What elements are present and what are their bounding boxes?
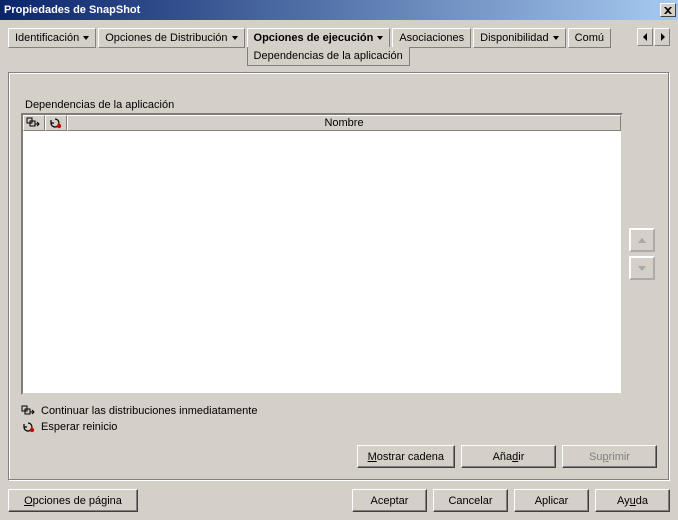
- page-options-button[interactable]: Opciones de página: [8, 489, 138, 512]
- chevron-down-icon: [377, 36, 383, 40]
- chevron-down-icon: [232, 36, 238, 40]
- continue-immediately-icon: [21, 404, 35, 418]
- titlebar: Propiedades de SnapShot: [0, 0, 678, 20]
- legend-wait-text: Esperar reinicio: [41, 421, 117, 433]
- delete-button[interactable]: Suprimir: [562, 445, 657, 468]
- section-label: Dependencias de la aplicación: [25, 99, 657, 111]
- header-icon-col-wait[interactable]: [45, 115, 67, 131]
- dependencies-list[interactable]: Nombre: [21, 113, 623, 395]
- continue-immediately-icon: [26, 117, 40, 129]
- show-chain-button[interactable]: Mostrar cadena: [357, 445, 455, 468]
- ok-button[interactable]: Aceptar: [352, 489, 427, 512]
- close-icon: [664, 7, 672, 14]
- tab-opciones-ejecucion[interactable]: Opciones de ejecución Dependencias de la…: [247, 28, 391, 47]
- legend-continue: Continuar las distribuciones inmediatame…: [21, 403, 657, 419]
- tab-label: Comú: [575, 32, 604, 44]
- move-up-button[interactable]: [629, 228, 655, 252]
- tab-asociaciones[interactable]: Asociaciones: [392, 28, 471, 48]
- legend: Continuar las distribuciones inmediatame…: [21, 403, 657, 435]
- tab-label: Opciones de ejecución: [254, 32, 374, 44]
- tab-label: Asociaciones: [399, 32, 464, 44]
- wait-reboot-icon: [21, 420, 35, 434]
- tab-label: Disponibilidad: [480, 32, 549, 44]
- list-body: [23, 131, 621, 393]
- arrow-left-icon: [643, 33, 648, 41]
- close-button[interactable]: [660, 3, 676, 17]
- tabs-scroll-right[interactable]: [654, 28, 670, 46]
- tab-identificacion[interactable]: Identificación: [8, 28, 96, 48]
- chevron-down-icon: [553, 36, 559, 40]
- legend-continue-text: Continuar las distribuciones inmediatame…: [41, 405, 257, 417]
- tab-strip: Identificación Opciones de Distribución …: [8, 28, 670, 48]
- list-header: Nombre: [23, 115, 621, 131]
- header-name-col[interactable]: Nombre: [67, 115, 621, 131]
- arrow-right-icon: [660, 33, 665, 41]
- wait-reboot-icon: [48, 117, 62, 129]
- tab-opciones-distribucion[interactable]: Opciones de Distribución: [98, 28, 244, 48]
- tabs-scroll-left[interactable]: [637, 28, 653, 46]
- chevron-down-icon: [83, 36, 89, 40]
- cancel-button[interactable]: Cancelar: [433, 489, 508, 512]
- legend-wait: Esperar reinicio: [21, 419, 657, 435]
- arrow-down-icon: [638, 266, 646, 271]
- tab-comun-truncated[interactable]: Comú: [568, 28, 611, 48]
- arrow-up-icon: [638, 238, 646, 243]
- apply-button[interactable]: Aplicar: [514, 489, 589, 512]
- subtab-dependencias[interactable]: Dependencias de la aplicación: [247, 47, 410, 66]
- window-title: Propiedades de SnapShot: [4, 4, 660, 16]
- group-box: Dependencias de la aplicación: [8, 72, 670, 481]
- header-icon-col-continue[interactable]: [23, 115, 45, 131]
- tab-label: Identificación: [15, 32, 79, 44]
- tab-label: Opciones de Distribución: [105, 32, 227, 44]
- add-button[interactable]: Añadir: [461, 445, 556, 468]
- tab-disponibilidad[interactable]: Disponibilidad: [473, 28, 566, 48]
- help-button[interactable]: Ayuda: [595, 489, 670, 512]
- move-down-button[interactable]: [629, 256, 655, 280]
